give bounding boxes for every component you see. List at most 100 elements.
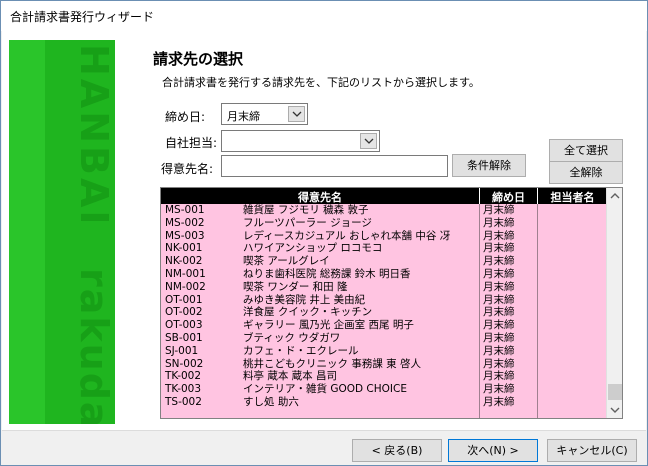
closing-day: 月末締 [483, 255, 515, 268]
customer-code: NM-002 [165, 280, 206, 293]
wizard-window: 合計請求書発行ウィザード HANBAI rakuda 請求先の選択 合計請求書を… [0, 0, 648, 466]
customer-code: SN-002 [165, 357, 204, 370]
closing-day: 月末締 [483, 344, 515, 357]
customer-name: インテリア・雑貨 GOOD CHOICE [243, 383, 407, 396]
wizard-banner: HANBAI rakuda [9, 40, 115, 424]
cancel-button[interactable]: キャンセル(C) [547, 439, 637, 462]
closing-day: 月末締 [483, 280, 515, 293]
list-item[interactable]: OT-002 洋食屋 クイック・キッチン 月末締 [161, 306, 607, 319]
select-all-button[interactable]: 全て選択 [549, 139, 623, 162]
list-item[interactable]: TK-002 料亭 蔵本 蔵本 昌司 月末締 [161, 370, 607, 383]
customer-code: TK-002 [165, 370, 202, 383]
scroll-thumb[interactable] [608, 384, 622, 400]
customer-name: すし処 助六 [243, 395, 299, 408]
customer-code: SJ-001 [165, 344, 199, 357]
footer-divider [2, 430, 646, 431]
banner-word-rakuda: rakuda [72, 268, 115, 424]
list-item[interactable]: MS-002 フルーツパーラー ジョージ 月末締 [161, 217, 607, 230]
list-item[interactable]: NM-001 ねりま歯科医院 総務課 鈴木 明日香 月末締 [161, 268, 607, 281]
closing-day: 月末締 [483, 242, 515, 255]
customer-name: 喫茶 アールグレイ [243, 255, 330, 268]
list-item[interactable]: MS-001 雑貨屋 フジモリ 穢森 敦子 月末締 [161, 204, 607, 217]
customer-name: 洋食屋 クイック・キッチン [243, 306, 373, 319]
col-header-customer[interactable]: 得意先名 [161, 189, 479, 205]
customer-code: OT-003 [165, 319, 203, 332]
customer-name: 桃井こどもクリニック 事務課 東 啓人 [243, 357, 422, 370]
closing-day-label: 締め日: [165, 110, 206, 124]
customer-name: みゆき美容院 井上 美由紀 [243, 293, 366, 306]
chevron-down-icon[interactable] [288, 106, 305, 122]
col-header-staff[interactable]: 担当者名 [538, 189, 607, 205]
customer-code: SB-001 [165, 331, 203, 344]
closing-day: 月末締 [483, 331, 515, 344]
closing-day: 月末締 [483, 216, 515, 229]
closing-day: 月末締 [483, 306, 515, 319]
customer-name: 雑貨屋 フジモリ 穢森 敦子 [243, 204, 369, 216]
customer-code: NK-001 [165, 242, 203, 255]
staff-label: 自社担当: [165, 136, 218, 150]
customer-code: OT-001 [165, 293, 203, 306]
closing-day-select[interactable]: 月末締 [221, 103, 308, 125]
customer-name-input[interactable] [221, 155, 448, 177]
list-item[interactable]: SB-001 ブティック ウダガワ 月末締 [161, 332, 607, 345]
customer-name: ギャラリー 風乃光 企画室 西尾 明子 [243, 319, 414, 332]
list-item[interactable]: MS-003 レディースカジュアル おしゃれ本舗 中谷 冴 月末締 [161, 230, 607, 243]
customer-name: フルーツパーラー ジョージ [243, 216, 372, 229]
list-item[interactable]: OT-003 ギャラリー 風乃光 企画室 西尾 明子 月末締 [161, 319, 607, 332]
list-item[interactable]: NM-002 喫茶 ワンダー 和田 隆 月末締 [161, 281, 607, 294]
deselect-all-button[interactable]: 全解除 [549, 161, 623, 184]
customer-code: MS-001 [165, 204, 205, 216]
customer-name: ブティック ウダガワ [243, 331, 341, 344]
title-bar: 合計請求書発行ウィザード [1, 1, 647, 31]
customer-code: TS-002 [165, 395, 202, 408]
customer-name: カフェ・ド・エクレール [243, 344, 359, 357]
closing-day: 月末締 [483, 370, 515, 383]
customer-name: 喫茶 ワンダー 和田 隆 [243, 280, 348, 293]
customer-code: MS-003 [165, 229, 205, 242]
customer-code: MS-002 [165, 216, 205, 229]
back-button[interactable]: < 戻る(B) [352, 439, 442, 462]
scroll-down-icon[interactable] [607, 402, 622, 418]
closing-day-value: 月末締 [227, 110, 260, 123]
banner-word-hanbai: HANBAI [72, 44, 115, 228]
list-scrollbar[interactable] [606, 188, 622, 418]
clear-condition-button[interactable]: 条件解除 [452, 154, 526, 177]
customer-code: NK-002 [165, 255, 203, 268]
closing-day: 月末締 [483, 383, 515, 396]
list-header: 得意先名 締め日 担当者名 [161, 188, 607, 204]
list-item[interactable]: SN-002 桃井こどもクリニック 事務課 東 啓人 月末締 [161, 358, 607, 371]
customer-name: ねりま歯科医院 総務課 鈴木 明日香 [243, 267, 411, 280]
scroll-up-icon[interactable] [607, 188, 622, 204]
chevron-down-icon[interactable] [360, 133, 377, 149]
staff-select[interactable] [221, 130, 380, 152]
closing-day: 月末締 [483, 267, 515, 280]
customer-code: OT-002 [165, 306, 203, 319]
list-rows: MS-001 雑貨屋 フジモリ 穢森 敦子 月末締 MS-002 フルーツパーラー ジョ… [161, 204, 607, 409]
list-item[interactable]: SJ-001 カフェ・ド・エクレール 月末締 [161, 345, 607, 358]
col-header-closing[interactable]: 締め日 [480, 189, 537, 205]
list-item[interactable]: TK-003 インテリア・雑貨 GOOD CHOICE 月末締 [161, 383, 607, 396]
customer-name-label: 得意先名: [161, 162, 214, 176]
closing-day: 月末締 [483, 357, 515, 370]
list-item[interactable]: OT-001 みゆき美容院 井上 美由紀 月末締 [161, 294, 607, 307]
customer-name: レディースカジュアル おしゃれ本舗 中谷 冴 [243, 229, 451, 242]
list-item[interactable]: TS-002 すし処 助六 月末締 [161, 396, 607, 409]
page-description: 合計請求書を発行する請求先を、下記のリストから選択します。 [162, 76, 480, 89]
list-item[interactable]: NK-002 喫茶 アールグレイ 月末締 [161, 255, 607, 268]
page-title: 請求先の選択 [153, 50, 244, 68]
customer-name: ハワイアンショップ ロコモコ [243, 242, 383, 255]
banner-stripe [9, 40, 45, 424]
closing-day: 月末締 [483, 395, 515, 408]
wizard-body: HANBAI rakuda 請求先の選択 合計請求書を発行する請求先を、下記のリ… [2, 31, 646, 430]
next-button[interactable]: 次へ(N) > [448, 439, 538, 462]
customer-code: NM-001 [165, 267, 206, 280]
window-title: 合計請求書発行ウィザード [10, 10, 155, 24]
customer-name: 料亭 蔵本 蔵本 昌司 [243, 370, 338, 383]
closing-day: 月末締 [483, 319, 515, 332]
closing-day: 月末締 [483, 293, 515, 306]
list-item[interactable]: NK-001 ハワイアンショップ ロコモコ 月末締 [161, 242, 607, 255]
closing-day: 月末締 [483, 204, 515, 216]
customer-list[interactable]: 得意先名 締め日 担当者名 MS-001 雑貨屋 フジモリ 穢森 敦子 月末締 MS-… [160, 187, 623, 419]
closing-day: 月末締 [483, 229, 515, 242]
customer-code: TK-003 [165, 383, 202, 396]
